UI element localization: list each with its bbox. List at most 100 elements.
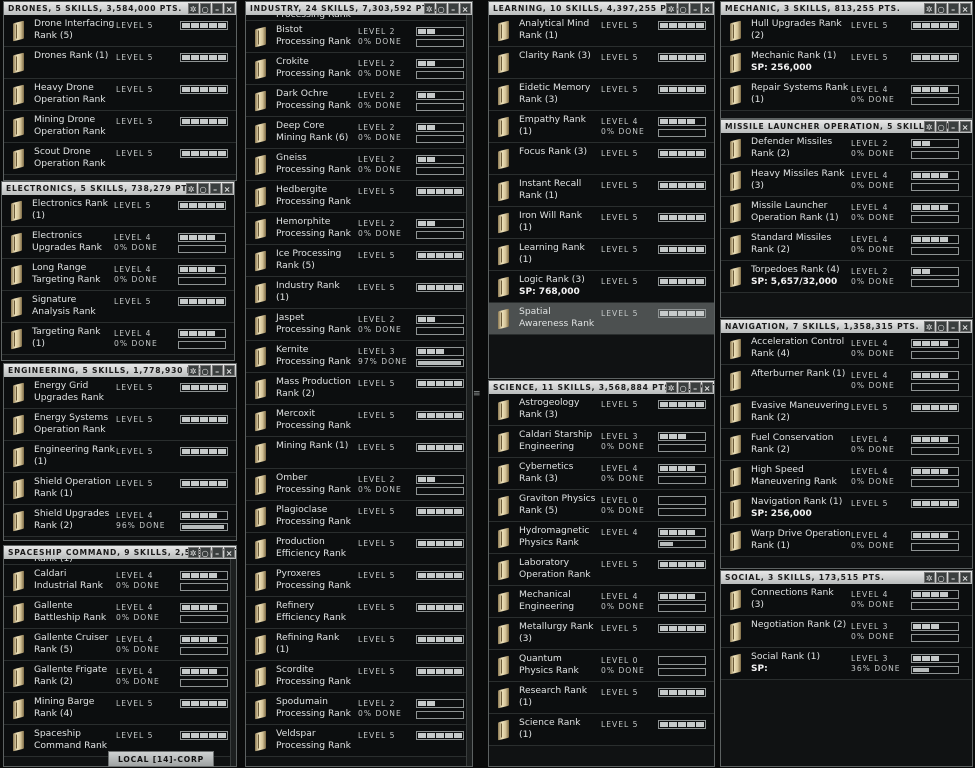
skill-row[interactable]: Energy Grid Upgrades Rank LEVEL 5 [4,377,236,409]
skill-row[interactable]: Hull Upgrades Rank (2) LEVEL 5 [721,15,972,47]
skill-row[interactable]: Eidetic Memory Rank (3) LEVEL 5 [489,79,714,111]
splitter-handle[interactable]: ≡ [473,390,481,406]
close-icon[interactable]: × [960,121,971,132]
minimize-icon[interactable]: – [212,365,223,376]
skill-row[interactable]: Bistot Processing Rank LEVEL 2 0% DONE [246,21,472,53]
settings-icon[interactable]: ○ [200,3,211,14]
minimize-icon[interactable]: – [448,3,459,14]
scrollbar[interactable] [466,15,472,766]
window-title-bar[interactable]: DRONES, 5 SKILLS, 3,584,000 PTS. ✲ ○ – × [4,2,236,15]
settings-icon[interactable]: ○ [936,3,947,14]
close-icon[interactable]: × [960,3,971,14]
minimize-icon[interactable]: – [948,321,959,332]
skill-row[interactable]: Mass Production Rank (2) LEVEL 5 [246,373,472,405]
window-title-bar[interactable]: ENGINEERING, 5 SKILLS, 1,778,930 PTS. ✲ ○ –… [4,364,236,377]
skill-row[interactable]: Focus Rank (3) LEVEL 5 [489,143,714,175]
skill-row[interactable]: Veldspar Processing Rank LEVEL 5 [246,725,472,757]
skill-row[interactable]: Crokite Processing Rank LEVEL 2 0% DONE [246,53,472,85]
skill-row[interactable]: Targeting Rank (1) LEVEL 4 0% DONE [2,323,234,355]
scrollbar[interactable] [230,559,236,766]
close-icon[interactable]: × [960,321,971,332]
skill-row[interactable]: Repair Systems Rank (1) LEVEL 4 0% DONE [721,79,972,111]
window-title-bar[interactable]: NAVIGATION, 7 SKILLS, 1,358,315 PTS. ✲ ○ – × [721,320,972,333]
close-icon[interactable]: × [960,572,971,583]
pin-icon[interactable]: ✲ [666,382,677,393]
skill-row[interactable]: Clarity Rank (3) LEVEL 5 [489,47,714,79]
pin-icon[interactable]: ✲ [188,365,199,376]
skill-row[interactable]: Evasive Maneuvering Rank (2) LEVEL 5 [721,397,972,429]
skill-row[interactable]: Negotiation Rank (2) LEVEL 3 0% DONE [721,616,972,648]
skill-row[interactable]: Laboratory Operation Rank LEVEL 5 [489,554,714,586]
skill-row[interactable]: Dark Ochre Processing Rank LEVEL 2 0% DON… [246,85,472,117]
skill-row[interactable]: Missile Launcher Operation Rank (1) LEVEL… [721,197,972,229]
pin-icon[interactable]: ✲ [666,3,677,14]
window-title-bar[interactable]: ELECTRONICS, 5 SKILLS, 738,279 PTS. ✲ ○ – × [2,182,234,195]
pin-icon[interactable]: ✲ [924,572,935,583]
window-title-bar[interactable]: MECHANIC, 3 SKILLS, 813,255 PTS. ✲ ○ – × [721,2,972,15]
pin-icon[interactable]: ✲ [424,3,435,14]
minimize-icon[interactable]: – [210,183,221,194]
minimize-icon[interactable]: – [690,382,701,393]
chat-tab-local-corp[interactable]: LOCAL [14]-CORP [118] [108,751,214,767]
skill-row[interactable]: Pyroxeres Processing Rank LEVEL 5 [246,565,472,597]
skill-row[interactable]: Cybernetics Rank (3) LEVEL 4 0% DONE [489,458,714,490]
settings-icon[interactable]: ○ [200,365,211,376]
close-icon[interactable]: × [702,382,713,393]
settings-icon[interactable]: ○ [936,121,947,132]
skill-row[interactable]: High Speed Maneuvering Rank LEVEL 4 0% DO… [721,461,972,493]
close-icon[interactable]: × [702,3,713,14]
settings-icon[interactable]: ○ [200,547,211,558]
skill-row[interactable]: Plagioclase Processing Rank LEVEL 5 [246,501,472,533]
close-icon[interactable]: × [224,3,235,14]
settings-icon[interactable]: ○ [678,3,689,14]
skill-row[interactable]: Fuel Conservation Rank (2) LEVEL 4 0% DON… [721,429,972,461]
skill-row[interactable]: Drones Rank (1) LEVEL 5 [4,47,236,79]
skill-row[interactable]: Standard Missiles Rank (2) LEVEL 4 0% DON… [721,229,972,261]
skill-row[interactable]: Hemorphite Processing Rank LEVEL 2 0% DON… [246,213,472,245]
skill-row[interactable]: Ice Processing Rank (5) LEVEL 5 [246,245,472,277]
skill-row[interactable]: Science Rank (1) LEVEL 5 [489,714,714,746]
settings-icon[interactable]: ○ [936,321,947,332]
skill-row[interactable]: Gallente Frigate Rank (2) LEVEL 4 0% DONE [4,661,236,693]
close-icon[interactable]: × [460,3,471,14]
skill-row[interactable]: Metallurgy Rank (3) LEVEL 5 [489,618,714,650]
skill-row[interactable]: Jaspet Processing Rank LEVEL 2 0% DONE [246,309,472,341]
skill-row[interactable]: Learning Rank (1) LEVEL 5 [489,239,714,271]
skill-row[interactable]: Acceleration Control Rank (4) LEVEL 4 0% … [721,333,972,365]
minimize-icon[interactable]: – [212,3,223,14]
skill-row[interactable]: Connections Rank (3) LEVEL 4 0% DONE [721,584,972,616]
skill-row[interactable]: Hydromagnetic Physics Rank LEVEL 4 [489,522,714,554]
window-title-bar[interactable]: SOCIAL, 3 SKILLS, 173,515 PTS. ✲ ○ – × [721,571,972,584]
skill-row[interactable]: Caldari Starship Engineering LEVEL 3 0% D… [489,426,714,458]
skill-row[interactable]: Gallente Battleship Rank LEVEL 4 0% DONE [4,597,236,629]
skill-row[interactable]: Mining Rank (1) LEVEL 5 [246,437,472,469]
skill-row[interactable]: Gallente Cruiser Rank (5) LEVEL 4 0% DONE [4,629,236,661]
skill-row[interactable]: Afterburner Rank (1) LEVEL 4 0% DONE [721,365,972,397]
minimize-icon[interactable]: – [212,547,223,558]
skill-row[interactable]: Scout Drone Operation Rank LEVEL 5 [4,143,236,175]
skill-row[interactable]: Mercoxit Processing Rank LEVEL 5 [246,405,472,437]
skill-row[interactable]: Refining Rank (1) LEVEL 5 [246,629,472,661]
skill-row[interactable]: Hedbergite Processing Rank LEVEL 5 [246,181,472,213]
skill-row[interactable]: Mining Barge Rank (4) LEVEL 5 [4,693,236,725]
skill-row[interactable]: Astrogeology Rank (3) LEVEL 5 [489,394,714,426]
pin-icon[interactable]: ✲ [188,547,199,558]
skill-row[interactable]: Spatial Awareness Rank LEVEL 5 [489,303,714,335]
minimize-icon[interactable]: – [948,121,959,132]
skill-row[interactable]: Caldari Industrial Rank LEVEL 4 0% DONE [4,565,236,597]
pin-icon[interactable]: ✲ [924,121,935,132]
skill-row[interactable]: Production Efficiency Rank LEVEL 5 [246,533,472,565]
skill-row[interactable]: Iron Will Rank (1) LEVEL 5 [489,207,714,239]
skill-row[interactable]: Spodumain Processing Rank LEVEL 2 0% DONE [246,693,472,725]
skill-row[interactable]: Logic Rank (3) SP: 768,000 LEVEL 5 [489,271,714,303]
minimize-icon[interactable]: – [948,3,959,14]
skill-row[interactable]: Electronics Rank (1) LEVEL 5 [2,195,234,227]
close-icon[interactable]: × [224,547,235,558]
skill-row[interactable]: Heavy Drone Operation Rank LEVEL 5 [4,79,236,111]
skill-row[interactable]: Gneiss Processing Rank LEVEL 2 0% DONE [246,149,472,181]
skill-row[interactable]: Refinery Efficiency Rank LEVEL 5 [246,597,472,629]
skill-row[interactable]: Kernite Processing Rank LEVEL 3 97% DONE [246,341,472,373]
skill-row[interactable]: Long Range Targeting Rank LEVEL 4 0% DONE [2,259,234,291]
skill-row[interactable]: Deep Core Mining Rank (6) LEVEL 2 0% DONE [246,117,472,149]
window-title-bar[interactable]: LEARNING, 10 SKILLS, 4,397,255 PTS. ✲ ○ – × [489,2,714,15]
